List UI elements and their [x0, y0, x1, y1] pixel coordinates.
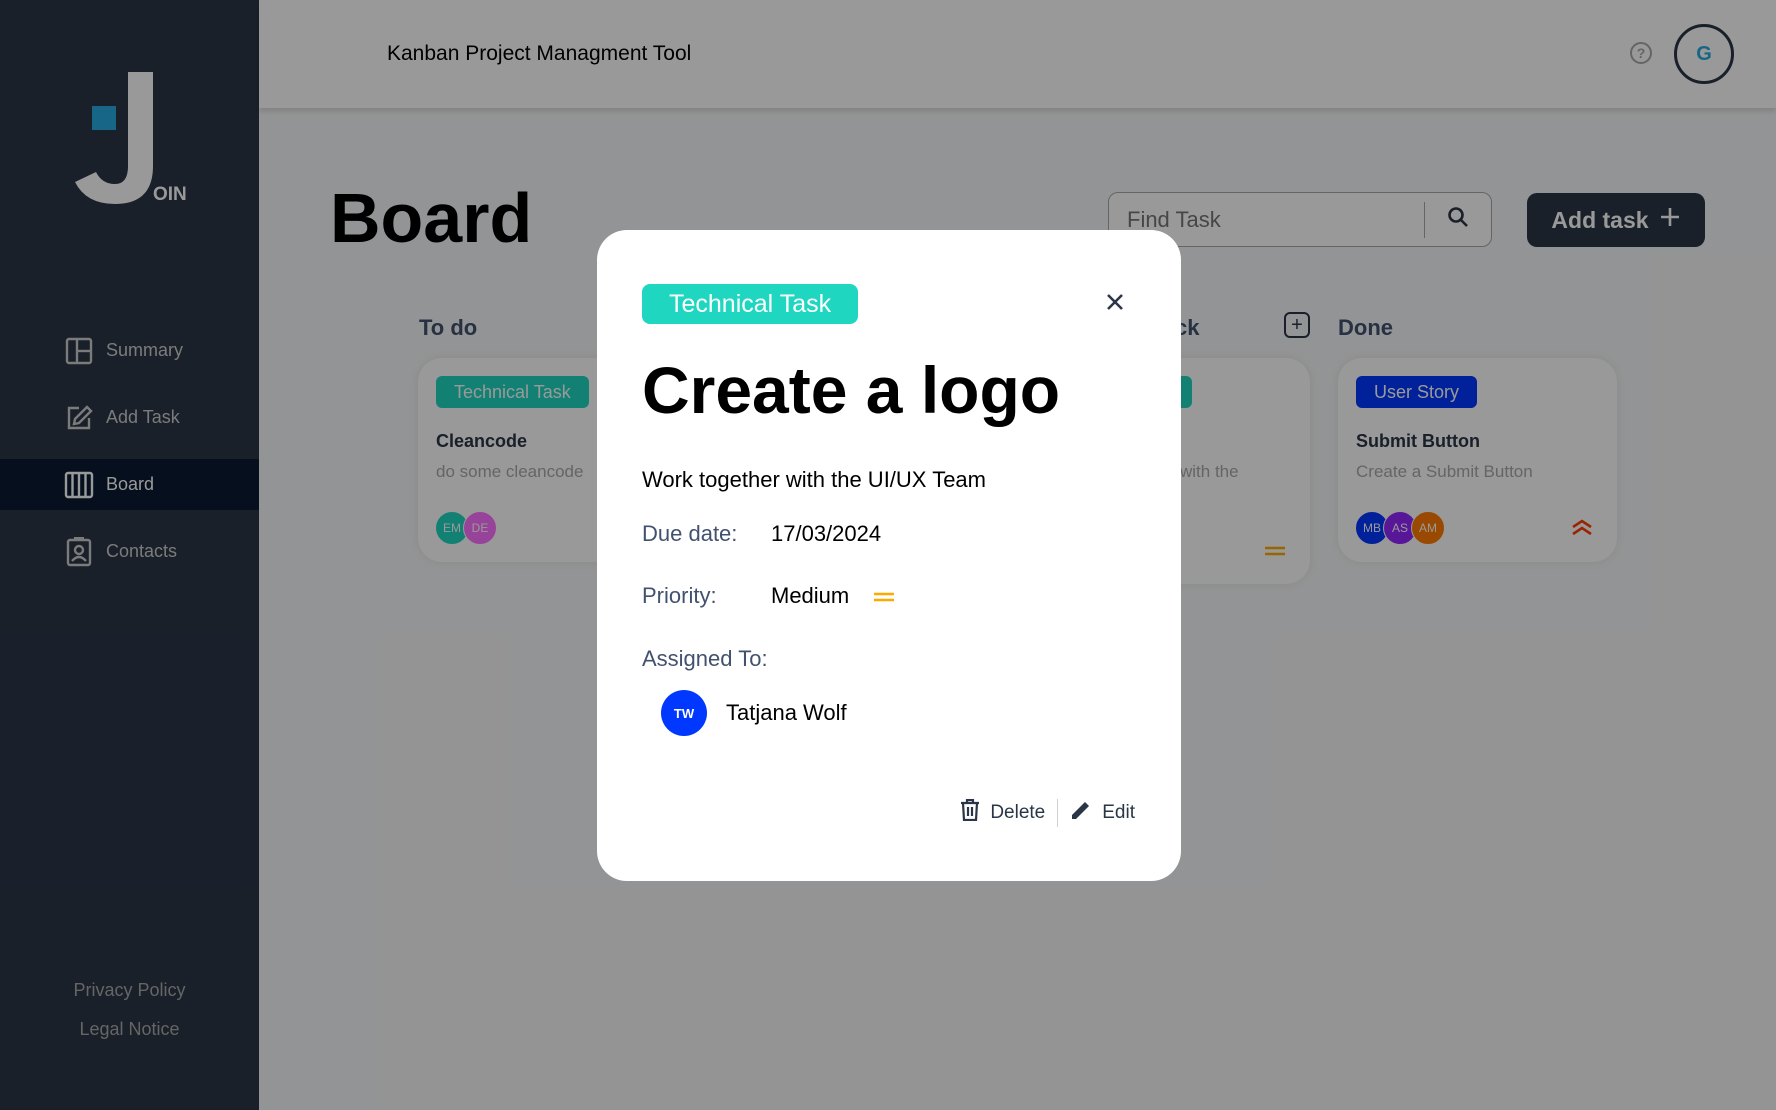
- close-icon: [1105, 292, 1125, 317]
- priority-label: Priority:: [642, 583, 717, 608]
- assignee-name: Tatjana Wolf: [726, 700, 847, 725]
- actions-divider: [1057, 799, 1059, 827]
- priority-value: Medium: [771, 583, 850, 608]
- due-date-value: 17/03/2024: [771, 521, 882, 546]
- priority-medium-icon: [873, 590, 895, 608]
- task-detail-modal: Technical Task Create a logo Work togeth…: [597, 230, 1181, 881]
- modal-task-description: Work together with the UI/UX Team: [642, 467, 986, 492]
- modal-category-tag: Technical Task: [642, 284, 859, 324]
- edit-button[interactable]: Edit: [1070, 799, 1135, 827]
- assignee-avatar: TW: [661, 690, 707, 736]
- modal-task-title: Create a logo: [642, 353, 1061, 427]
- edit-label: Edit: [1102, 802, 1135, 823]
- due-date-label: Due date:: [642, 521, 738, 546]
- delete-button[interactable]: Delete: [960, 798, 1046, 827]
- assigned-to-label: Assigned To:: [642, 646, 768, 671]
- modal-actions: Delete Edit: [960, 798, 1135, 827]
- delete-label: Delete: [990, 802, 1046, 823]
- close-button[interactable]: [1099, 288, 1131, 320]
- pencil-icon: [1070, 799, 1092, 827]
- trash-icon: [960, 798, 980, 827]
